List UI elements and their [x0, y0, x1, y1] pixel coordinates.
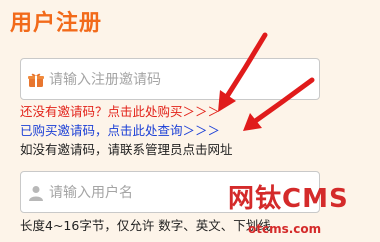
invite-code-input[interactable] — [47, 59, 319, 101]
page-title: 用户注册 — [10, 11, 103, 36]
watermark-url: otcms.com — [248, 222, 322, 236]
invite-code-field[interactable] — [20, 58, 320, 101]
query-invite-code-link[interactable]: 已购买邀请码，点击此处查询＞＞＞ — [20, 123, 220, 139]
watermark-title: 网钛CMS — [228, 184, 349, 214]
otcms-watermark: 网钛CMS otcms.com — [226, 178, 380, 242]
gift-icon — [27, 71, 45, 89]
buy-invite-code-link[interactable]: 还没有邀请码？点击此处购买＞＞＞ — [20, 104, 220, 120]
user-icon — [27, 184, 45, 202]
contact-admin-note: 如没有邀请码，请联系管理员点击网址 — [20, 142, 233, 157]
